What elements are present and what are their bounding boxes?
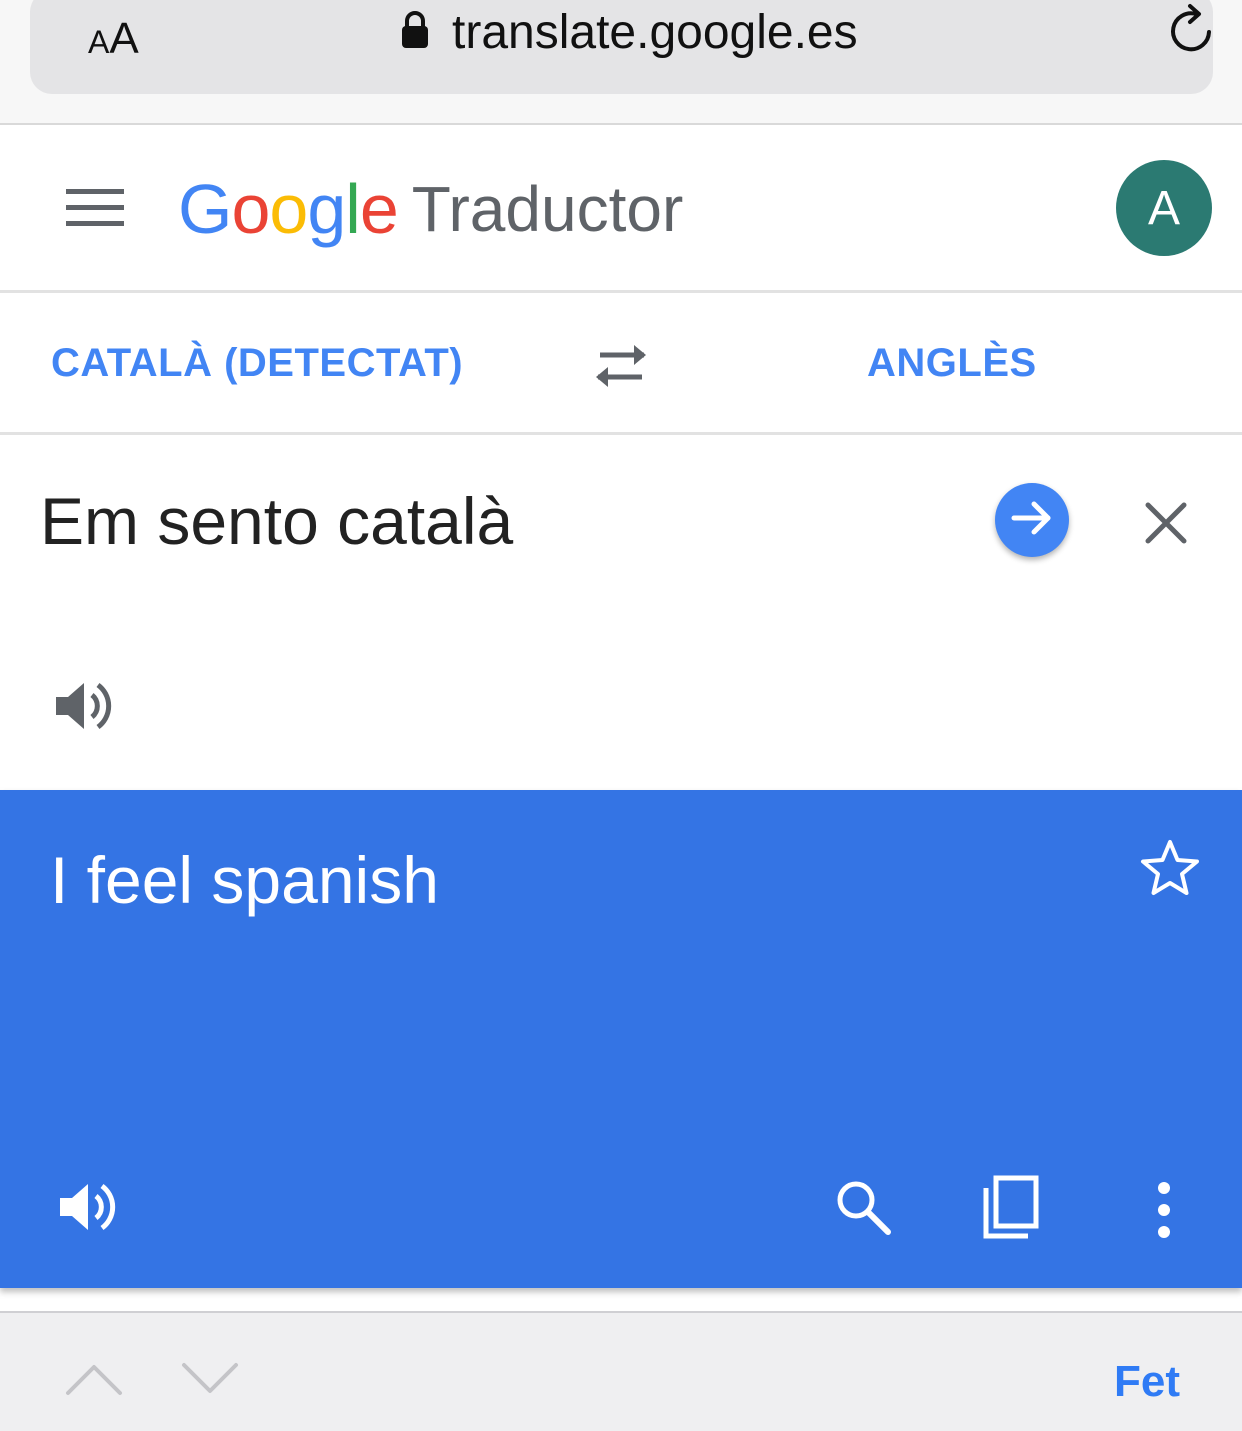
translation-text: I feel spanish <box>50 843 439 917</box>
source-language-button[interactable]: CATALÀ (DETECTAT) <box>51 341 463 386</box>
text-size-large-label: A <box>109 14 139 63</box>
chevron-down-icon[interactable] <box>180 1361 240 1397</box>
text-size-small-label: A <box>88 24 110 60</box>
done-button[interactable]: Fet <box>1114 1357 1180 1407</box>
arrow-right-icon <box>1010 498 1054 543</box>
translation-result-card: I feel spanish <box>0 790 1242 1288</box>
translate-go-button[interactable] <box>995 483 1069 557</box>
speaker-icon[interactable] <box>52 677 114 735</box>
close-icon[interactable] <box>1142 499 1190 547</box>
more-vertical-icon[interactable] <box>1150 1180 1178 1240</box>
product-name: Traductor <box>411 173 684 245</box>
language-bar: CATALÀ (DETECTAT) ANGLÈS <box>0 293 1242 435</box>
google-wordmark: Google <box>178 170 399 248</box>
address-bar[interactable]: A A translate.google.es <box>30 0 1213 94</box>
reload-icon[interactable] <box>1163 2 1221 60</box>
chevron-up-icon[interactable] <box>64 1361 124 1397</box>
swap-arrows-icon[interactable] <box>590 341 652 391</box>
url-display[interactable]: translate.google.es <box>400 2 858 62</box>
google-translate-logo[interactable]: Google Traductor <box>178 169 683 249</box>
app-header: Google Traductor A <box>0 127 1242 293</box>
source-text-input[interactable]: Em sento català <box>40 483 940 559</box>
speaker-icon[interactable] <box>56 1178 118 1236</box>
source-input-area: Em sento català <box>0 435 1242 790</box>
text-size-button[interactable]: A A <box>88 4 139 64</box>
search-icon[interactable] <box>834 1178 892 1236</box>
url-text: translate.google.es <box>452 5 858 59</box>
hamburger-menu-icon[interactable] <box>66 187 124 229</box>
lock-icon <box>400 10 430 55</box>
keyboard-accessory-bar: Fet <box>0 1311 1242 1431</box>
star-outline-icon[interactable] <box>1139 838 1201 898</box>
copy-icon[interactable] <box>978 1174 1042 1242</box>
browser-toolbar: A A translate.google.es <box>0 0 1242 125</box>
target-language-button[interactable]: ANGLÈS <box>867 341 1037 386</box>
avatar[interactable]: A <box>1116 160 1212 256</box>
